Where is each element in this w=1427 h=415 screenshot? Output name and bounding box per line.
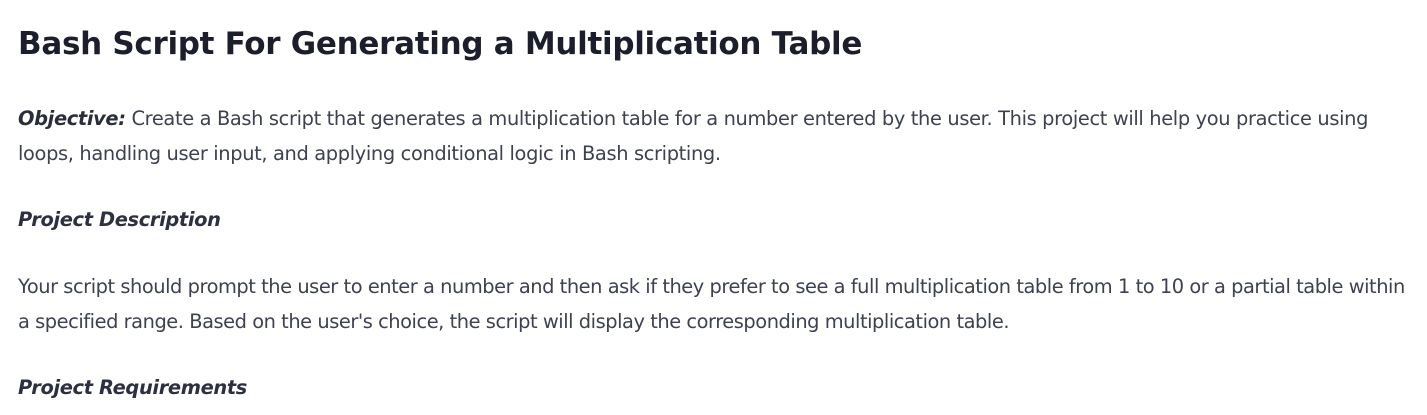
project-description-text: Your script should prompt the user to en… (18, 275, 1405, 333)
page-title: Bash Script For Generating a Multiplicat… (18, 26, 863, 62)
objective-paragraph: Objective: Create a Bash script that gen… (18, 101, 1413, 171)
objective-text: Create a Bash script that generates a mu… (18, 107, 1369, 165)
objective-label: Objective: (18, 107, 126, 130)
article-content: Bash Script For Generating a Multiplicat… (0, 0, 1427, 415)
project-requirements-heading: Project Requirements (18, 376, 247, 399)
project-description-heading: Project Description (18, 208, 221, 231)
